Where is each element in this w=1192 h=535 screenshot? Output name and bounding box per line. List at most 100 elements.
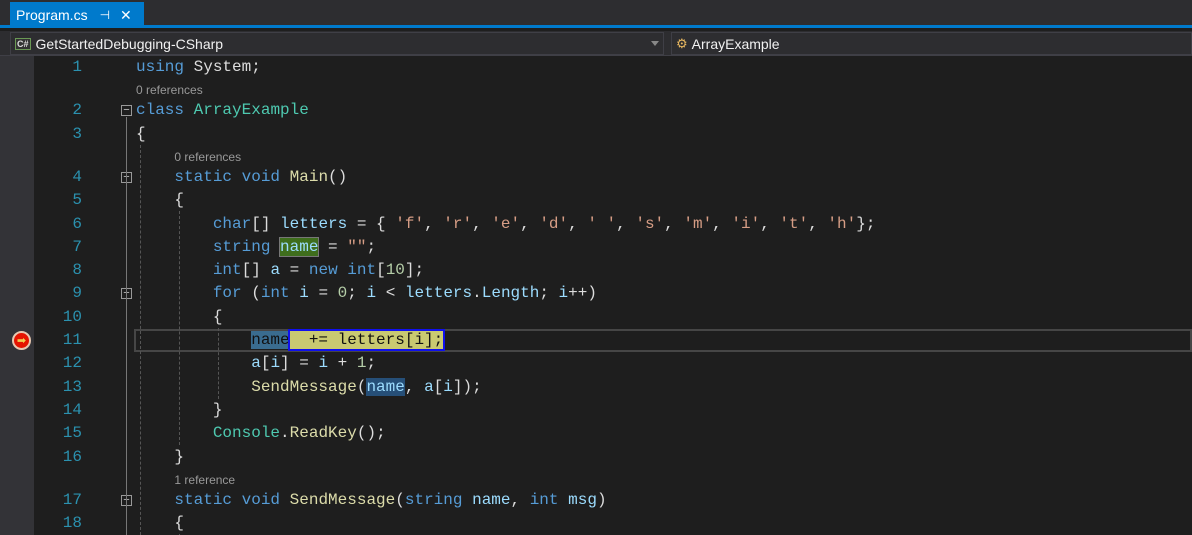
code-token: 'd' bbox=[539, 214, 569, 233]
code-token: = bbox=[318, 237, 348, 256]
code-text[interactable]: a[i] = i + 1; bbox=[136, 354, 376, 372]
code-token: ++) bbox=[568, 284, 597, 303]
code-token: Console bbox=[212, 424, 281, 443]
code-text[interactable]: } bbox=[136, 448, 184, 466]
line-number: 1 bbox=[72, 58, 82, 76]
code-text[interactable]: class ArrayExample bbox=[136, 101, 309, 119]
references-count[interactable]: 1 reference bbox=[174, 473, 235, 487]
line-number: 6 bbox=[72, 214, 82, 233]
code-token: ( bbox=[395, 490, 405, 509]
type-dropdown[interactable]: ⚙ ArrayExample bbox=[671, 32, 1192, 55]
code-text[interactable]: string name = ""; bbox=[136, 236, 377, 257]
code-text[interactable]: { bbox=[136, 191, 184, 209]
code-line: 4− static void Main() bbox=[0, 166, 1192, 189]
code-token: [ bbox=[433, 377, 444, 396]
navigation-bar: C# GetStartedDebugging-CSharp ⚙ ArrayExa… bbox=[0, 31, 1192, 56]
code-token: , bbox=[616, 214, 636, 233]
code-token: += letters[i]; bbox=[287, 329, 446, 351]
code-text[interactable]: static void Main() bbox=[136, 168, 347, 186]
line-number: 18 bbox=[62, 514, 82, 533]
code-token: msg bbox=[568, 490, 597, 509]
references-count[interactable]: 0 references bbox=[174, 150, 241, 164]
code-token: name bbox=[279, 236, 320, 257]
codelens-references: 0 references bbox=[0, 79, 1192, 99]
code-token: { bbox=[136, 191, 185, 210]
code-token: ; bbox=[366, 237, 377, 256]
code-text[interactable]: name += letters[i]; bbox=[136, 329, 446, 351]
line-number: 12 bbox=[62, 354, 82, 373]
tab-title: Program.cs bbox=[16, 7, 88, 23]
line-number: 2 bbox=[72, 101, 82, 120]
code-token: string bbox=[404, 490, 463, 509]
code-token: new bbox=[308, 261, 338, 280]
code-token: void bbox=[241, 490, 281, 509]
code-line: 5 { bbox=[0, 189, 1192, 212]
code-token: [] bbox=[241, 261, 271, 280]
code-token: { bbox=[136, 124, 146, 143]
code-token: 's' bbox=[635, 214, 665, 233]
code-token: = bbox=[280, 261, 309, 280]
code-text[interactable]: using System; bbox=[136, 58, 261, 76]
line-number: 4 bbox=[72, 167, 82, 186]
line-number: 5 bbox=[72, 191, 82, 210]
code-text[interactable]: { bbox=[136, 514, 184, 532]
code-token: i bbox=[366, 284, 377, 303]
code-token: 'r' bbox=[443, 214, 473, 233]
code-token: , bbox=[712, 214, 732, 233]
code-token: < bbox=[376, 284, 405, 303]
close-icon[interactable]: ✕ bbox=[120, 7, 132, 24]
code-token: = bbox=[308, 284, 338, 303]
code-token: 'i' bbox=[731, 214, 761, 233]
collapse-icon[interactable]: − bbox=[121, 105, 132, 117]
code-text[interactable]: for (int i = 0; i < letters.Length; i++) bbox=[136, 284, 597, 302]
chevron-down-icon[interactable] bbox=[651, 41, 659, 46]
code-token: [ bbox=[260, 354, 271, 373]
references-count[interactable]: 0 references bbox=[136, 83, 203, 97]
code-text[interactable]: static void SendMessage(string name, int… bbox=[136, 490, 606, 509]
line-number: 14 bbox=[62, 400, 82, 419]
code-token: }; bbox=[856, 214, 876, 233]
code-text[interactable]: Console.ReadKey(); bbox=[136, 424, 386, 442]
line-number: 15 bbox=[62, 424, 82, 443]
code-text[interactable]: SendMessage(name, a[i]); bbox=[136, 377, 482, 396]
code-token: static bbox=[174, 490, 233, 509]
code-token: () bbox=[328, 167, 348, 186]
project-dropdown[interactable]: C# GetStartedDebugging-CSharp bbox=[10, 32, 664, 55]
code-token: for bbox=[212, 284, 242, 303]
code-text[interactable]: { bbox=[136, 125, 146, 143]
code-token: , bbox=[472, 214, 492, 233]
code-token: using bbox=[136, 58, 185, 76]
code-line: 3{ bbox=[0, 123, 1192, 146]
code-token: ArrayExample bbox=[193, 101, 309, 120]
code-token: { bbox=[136, 514, 185, 533]
class-name: ArrayExample bbox=[691, 35, 780, 52]
code-token: a bbox=[424, 377, 434, 396]
code-token: , bbox=[808, 214, 828, 233]
pin-icon[interactable]: ⊣ bbox=[100, 8, 110, 22]
code-token: int bbox=[347, 261, 377, 280]
code-token: 0 bbox=[337, 284, 348, 303]
csharp-project-icon: C# bbox=[15, 37, 31, 50]
breakpoint-execution-arrow-icon[interactable]: ➡ bbox=[12, 331, 31, 350]
code-text[interactable]: char[] letters = { 'f', 'r', 'e', 'd', '… bbox=[136, 214, 876, 233]
tab-program-cs[interactable]: Program.cs ⊣ ✕ bbox=[10, 2, 144, 28]
line-number: 16 bbox=[62, 447, 82, 466]
outline-bar bbox=[126, 117, 127, 535]
code-token: ReadKey bbox=[289, 424, 357, 443]
code-token: . bbox=[280, 424, 290, 443]
code-token: ; bbox=[366, 354, 377, 373]
code-editor[interactable]: 1 using System; 0 references 2 − class ArrayE… bbox=[0, 56, 1192, 535]
code-token: . bbox=[472, 284, 482, 303]
